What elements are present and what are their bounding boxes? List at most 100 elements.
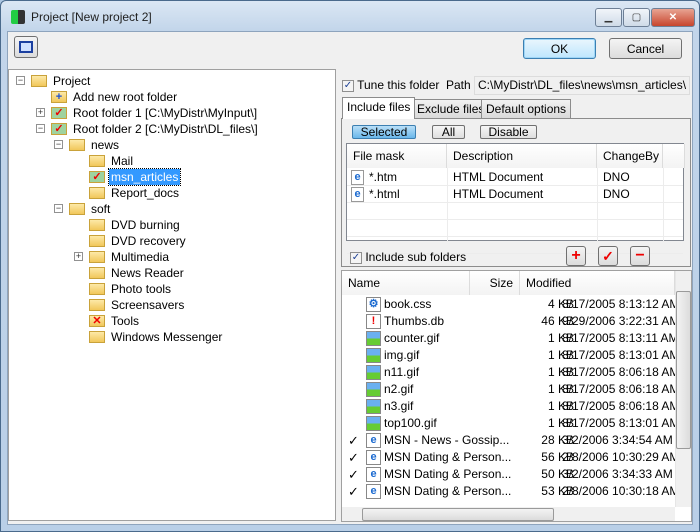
tree-item[interactable]: Add new root folder — [71, 89, 179, 105]
file-modified: 8/17/2005 8:13:01 AM — [562, 416, 680, 430]
tree-item[interactable]: Mail — [109, 153, 135, 169]
folder-checked-icon: ✓ — [51, 123, 67, 135]
all-mode-button[interactable]: All — [432, 125, 465, 139]
file-size: 1 KB — [547, 331, 574, 345]
file-size: 1 KB — [547, 348, 574, 362]
expander-toggle[interactable]: − — [16, 76, 25, 85]
disable-mode-button[interactable]: Disable — [480, 125, 537, 139]
folder-icon — [69, 139, 85, 151]
file-name[interactable]: img.gif — [384, 347, 419, 364]
tree-item[interactable]: soft — [89, 201, 112, 217]
tree-item[interactable]: Photo tools — [109, 281, 173, 297]
maximize-button[interactable]: ▢ — [623, 8, 650, 27]
file-size: 50 KB — [541, 467, 574, 481]
file-modified: 2/8/2006 10:30:29 AM — [562, 450, 680, 464]
folder-tree[interactable]: − Project + Add new root folder + ✓ Root folde… — [8, 69, 336, 521]
remove-mask-button[interactable]: − — [630, 246, 650, 266]
file-name[interactable]: counter.gif — [384, 330, 439, 347]
folder-icon — [89, 283, 105, 295]
mask-cell[interactable]: HTML Document — [453, 169, 543, 186]
file-modified: 2/8/2006 10:30:18 AM — [562, 484, 680, 498]
column-header[interactable] — [663, 144, 685, 168]
mask-cell[interactable]: HTML Document — [453, 186, 543, 203]
image-file-icon — [366, 348, 381, 363]
image-file-icon — [366, 399, 381, 414]
folder-icon — [89, 331, 105, 343]
file-name[interactable]: top100.gif — [384, 415, 437, 432]
file-name[interactable]: Thumbs.db — [384, 313, 444, 330]
mask-cell[interactable]: *.htm — [369, 169, 397, 186]
file-modified: 8/17/2005 8:13:11 AM — [562, 331, 679, 345]
tree-item[interactable]: Project — [51, 73, 92, 89]
tree-item[interactable]: news — [89, 137, 121, 153]
image-file-icon — [366, 331, 381, 346]
windows-sync-icon — [19, 41, 33, 53]
file-name[interactable]: n2.gif — [384, 381, 413, 398]
file-size: 4 KB — [547, 297, 574, 311]
path-field[interactable]: C:\MyDistr\DL_files\news\msn_articles\ — [474, 76, 690, 95]
file-modified: 8/17/2005 8:13:12 AM — [562, 297, 680, 311]
checkbox-icon: ✓ — [342, 79, 354, 92]
sync-windows-button[interactable] — [14, 36, 38, 58]
mask-cell[interactable]: *.html — [369, 186, 400, 203]
tree-item[interactable]: Report_docs — [109, 185, 181, 201]
checked-mark: ✓ — [348, 433, 359, 448]
file-size: 1 KB — [547, 382, 574, 396]
ie-file-icon: e — [366, 433, 381, 448]
tree-item[interactable]: Root folder 1 [C:\MyDistr\MyInput\] — [71, 105, 259, 121]
column-header[interactable]: File mask — [347, 144, 447, 168]
mask-cell[interactable]: DNO — [603, 169, 630, 186]
tree-item[interactable]: Root folder 2 [C:\MyDistr\DL_files\] — [71, 121, 260, 137]
file-size: 1 KB — [547, 399, 574, 413]
tree-item[interactable]: Windows Messenger — [109, 329, 224, 345]
css-file-icon: ⚙ — [366, 297, 381, 312]
vertical-scroll-thumb[interactable] — [676, 291, 691, 449]
selected-mode-button[interactable]: Selected — [352, 125, 416, 139]
add-mask-button[interactable]: + — [566, 246, 586, 266]
tree-item[interactable]: msn_articles — [107, 168, 182, 186]
tree-item[interactable]: Multimedia — [109, 249, 171, 265]
tree-item[interactable]: Screensavers — [109, 297, 186, 313]
file-modified: 8/17/2005 8:06:18 AM — [562, 365, 680, 379]
tab-exclude-files[interactable]: Exclude files — [412, 99, 490, 118]
expander-toggle[interactable]: − — [54, 204, 63, 213]
horizontal-scroll-thumb[interactable] — [362, 508, 554, 521]
file-name[interactable]: n11.gif — [384, 364, 419, 381]
tree-item[interactable]: Tools — [109, 313, 141, 329]
column-header-name[interactable]: Name — [342, 271, 470, 295]
column-header[interactable]: Description — [447, 144, 597, 168]
column-header-modified[interactable]: Modified — [520, 271, 675, 295]
column-header[interactable]: ChangeBy — [597, 144, 663, 168]
tune-folder-checkbox[interactable]: ✓ Tune this folder — [342, 78, 439, 92]
tree-item[interactable]: News Reader — [109, 265, 186, 281]
cancel-button[interactable]: Cancel — [609, 38, 682, 59]
expander-toggle[interactable]: + — [74, 252, 83, 261]
column-header-size[interactable]: Size — [470, 271, 520, 295]
tree-item[interactable]: DVD recovery — [109, 233, 188, 249]
minimize-button[interactable]: ▁ — [595, 8, 622, 27]
file-name[interactable]: book.css — [384, 296, 431, 313]
mask-cell[interactable]: DNO — [603, 186, 630, 203]
column-divider — [597, 168, 598, 242]
tab-default-options[interactable]: Default options — [481, 99, 572, 118]
tree-item[interactable]: DVD burning — [109, 217, 182, 233]
file-modified: 9/29/2006 3:22:31 AM — [562, 314, 680, 328]
include-sub-folders-checkbox[interactable]: ✓ Include sub folders — [350, 250, 466, 264]
expander-toggle[interactable]: + — [36, 108, 45, 117]
file-list[interactable]: Name Size Modified ⚙ book.css 4 KB 8/17/2005 8… — [341, 270, 692, 522]
ok-button[interactable]: OK — [523, 38, 596, 59]
edit-mask-button[interactable]: ✓ — [598, 246, 618, 266]
image-file-icon — [366, 382, 381, 397]
expander-toggle[interactable]: − — [36, 124, 45, 133]
close-button[interactable]: ✕ — [651, 8, 695, 27]
checked-mark: ✓ — [348, 467, 359, 482]
file-size: 46 KB — [541, 314, 574, 328]
window-title: Project [New project 2] — [31, 10, 152, 24]
image-file-icon — [366, 365, 381, 380]
folder-icon — [89, 235, 105, 247]
file-modified: 8/17/2005 8:06:18 AM — [562, 382, 680, 396]
file-name[interactable]: n3.gif — [384, 398, 413, 415]
expander-toggle[interactable]: − — [54, 140, 63, 149]
file-mask-grid[interactable]: File mask Description ChangeBy e *.htm HTML D… — [346, 143, 685, 254]
tab-include-files[interactable]: Include files — [342, 97, 416, 119]
